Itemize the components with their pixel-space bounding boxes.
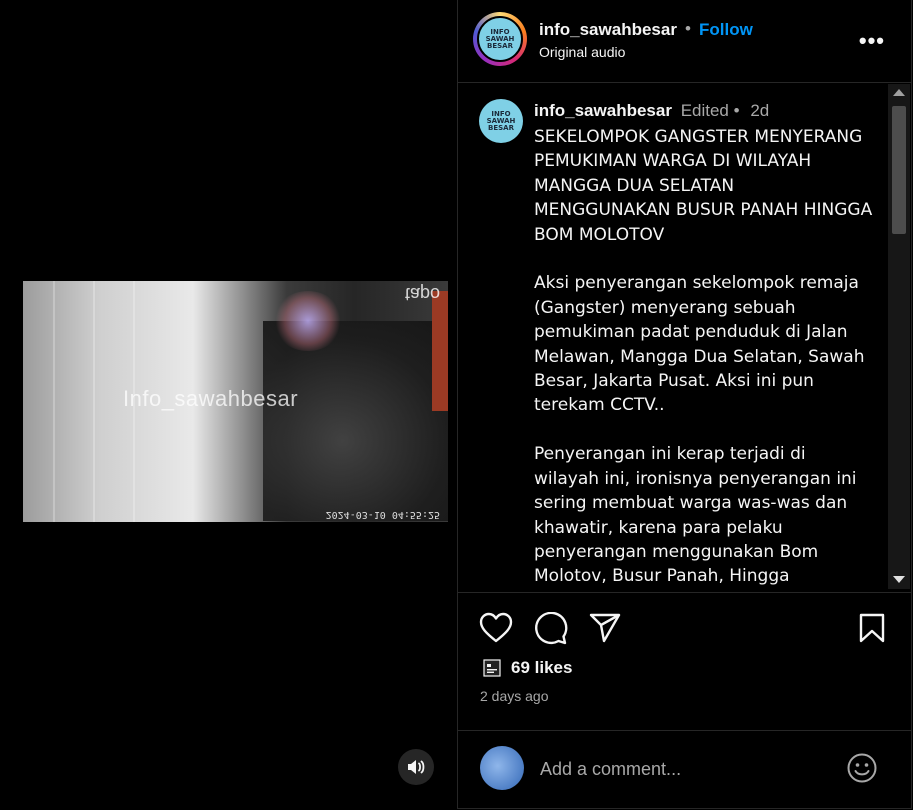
caption-username[interactable]: info_sawahbesar <box>534 101 672 120</box>
speaker-icon <box>408 760 425 774</box>
likes-count[interactable]: 69 likes <box>511 658 572 678</box>
scrollbar-thumb[interactable] <box>892 106 906 234</box>
video-texture <box>53 281 55 522</box>
caption-separator: • <box>733 101 740 120</box>
caption-text: SEKELOMPOK GANGSTER MENYERANG PEMUKIMAN … <box>534 127 873 587</box>
more-options-icon[interactable]: ••• <box>859 28 885 54</box>
mute-toggle-button[interactable] <box>398 749 434 785</box>
caption-section: INFO SAWAH BESAR info_sawahbesar Edited … <box>458 84 911 593</box>
scroll-up-arrow-icon[interactable] <box>893 89 905 96</box>
caption-avatar[interactable]: INFO SAWAH BESAR <box>479 99 523 143</box>
comment-input[interactable] <box>538 755 842 783</box>
comment-bar <box>458 730 911 809</box>
post-date[interactable]: 2 days ago <box>480 688 549 704</box>
scroll-down-arrow-icon[interactable] <box>893 576 905 583</box>
edited-label: Edited <box>680 101 729 120</box>
viewer-avatar <box>480 746 524 790</box>
save-bookmark-icon[interactable] <box>858 612 886 644</box>
author-username[interactable]: info_sawahbesar <box>539 20 677 40</box>
avatar-logo-text: INFO SAWAH BESAR <box>486 109 516 132</box>
like-heart-icon[interactable] <box>479 612 513 644</box>
video-shadow <box>263 321 448 521</box>
liked-by-image-icon <box>483 659 501 677</box>
audio-link[interactable]: Original audio <box>539 44 625 60</box>
video-watermark: Info_sawahbesar <box>123 386 299 411</box>
media-viewer: Info_sawahbesar tapo 2024-03-10 04:55:25 <box>0 0 457 810</box>
post-time[interactable]: 2d <box>750 101 769 120</box>
video-texture <box>93 281 95 522</box>
author-avatar-image: INFO SAWAH BESAR <box>477 16 523 62</box>
video-player[interactable]: Info_sawahbesar tapo 2024-03-10 04:55:25 <box>23 281 448 522</box>
comment-icon[interactable] <box>534 612 568 646</box>
caption-header: info_sawahbesar Edited • 2d <box>534 101 769 121</box>
post-header: INFO SAWAH BESAR info_sawahbesar • Follo… <box>458 0 911 83</box>
author-avatar[interactable]: INFO SAWAH BESAR <box>473 12 527 66</box>
caption-avatar-image: INFO SAWAH BESAR <box>479 99 523 143</box>
video-flare <box>273 291 343 351</box>
likes-row[interactable]: 69 likes <box>483 658 572 678</box>
emoji-icon[interactable] <box>846 752 878 784</box>
camera-brand-label: tapo <box>404 284 440 304</box>
post-side-panel: INFO SAWAH BESAR info_sawahbesar • Follo… <box>457 0 912 809</box>
caption-scrollbar[interactable] <box>888 84 910 589</box>
follow-button[interactable]: Follow <box>699 20 753 40</box>
header-separator: • <box>685 19 691 38</box>
video-wall <box>432 291 448 411</box>
avatar-logo-text: INFO SAWAH BESAR <box>485 27 515 50</box>
video-timestamp: 2024-03-10 04:55:25 <box>325 509 440 520</box>
share-send-icon[interactable] <box>588 612 622 644</box>
